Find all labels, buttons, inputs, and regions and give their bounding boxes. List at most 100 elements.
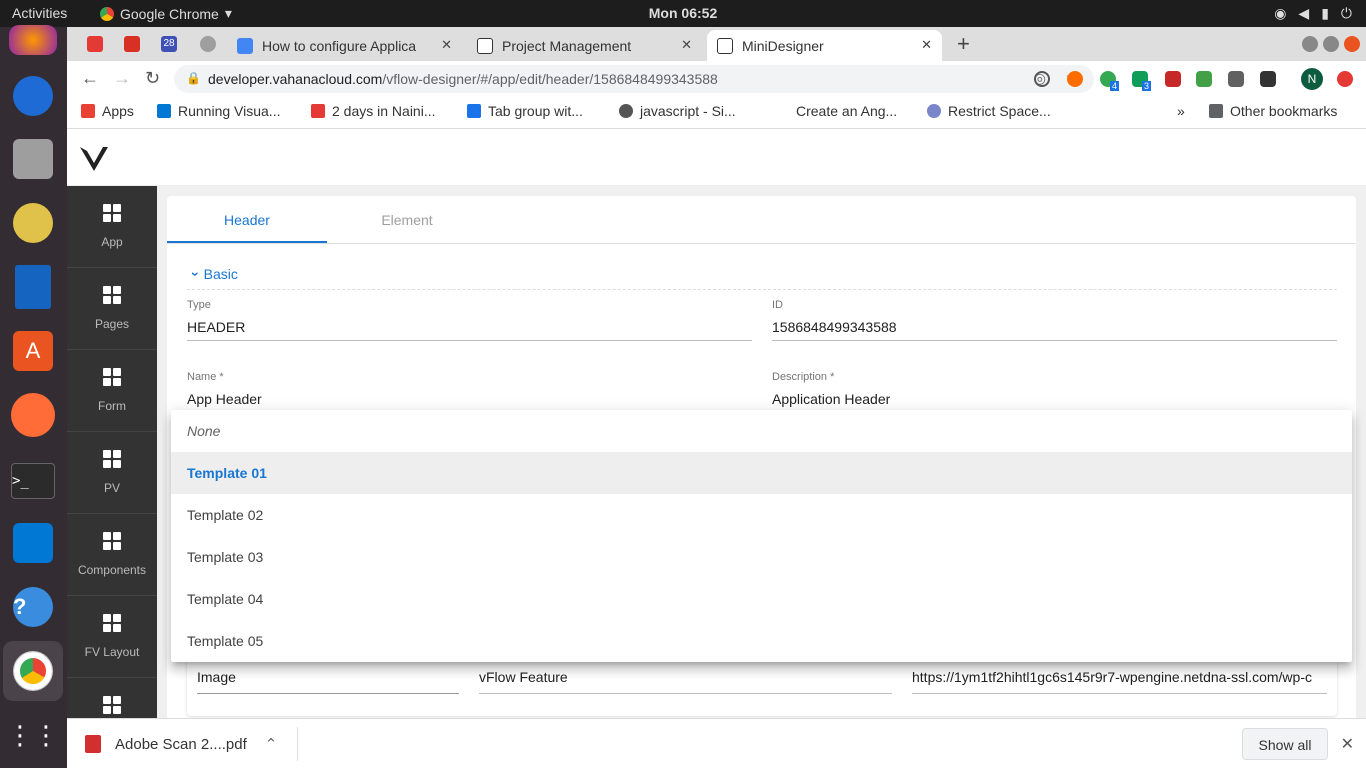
option-none[interactable]: None [171,410,1352,452]
option-template-04[interactable]: Template 04 [171,578,1352,620]
type-field[interactable]: Type HEADER [187,299,752,341]
bookmark-apps[interactable]: Apps [81,103,134,119]
tab-header[interactable]: Header [167,212,327,228]
active-tab-indicator [167,241,327,243]
option-template-01[interactable]: Template 01 [171,452,1352,494]
close-window-button[interactable] [1344,36,1360,52]
maximize-button[interactable] [1323,36,1339,52]
minimize-button[interactable] [1302,36,1318,52]
bookmark-label: Tab group wit... [488,103,583,119]
sidenav-item-app[interactable]: App [67,186,157,268]
files-icon[interactable] [9,135,57,183]
new-tab-button[interactable]: + [957,31,970,57]
show-all-button[interactable]: Show all [1242,728,1328,760]
description-field[interactable]: Description * Application Header [772,371,1337,413]
window-controls [1302,36,1360,52]
sidenav-item-pages[interactable]: Pages [67,268,157,350]
pdf-icon [85,735,101,753]
field-value: Application Header [772,391,891,407]
extension-icon[interactable] [1196,71,1212,87]
help-icon[interactable]: ? [9,583,57,631]
vahana-logo[interactable] [79,143,109,173]
sidenav-item-pv[interactable]: PV [67,432,157,514]
chevron-up-icon[interactable]: ⌃ [265,735,278,753]
bookmark-javascript[interactable]: javascript - Si... [619,103,736,119]
thunderbird-icon[interactable] [9,72,57,120]
extension-icon[interactable] [1034,71,1050,87]
firefox-icon[interactable] [9,25,57,55]
bookmark-label: javascript - Si... [640,103,736,119]
forward-button[interactable]: → [113,68,131,89]
id-field[interactable]: ID 1586848499343588 [772,299,1337,341]
download-item[interactable]: Adobe Scan 2....pdf ⌃ [85,735,277,753]
chevron-up-icon: ‹ [185,271,202,277]
chrome-dock-icon[interactable] [3,641,63,701]
postman-icon[interactable] [9,391,57,439]
tab-element[interactable]: Element [327,212,487,228]
bookmark-other[interactable]: Other bookmarks [1209,103,1337,119]
clock[interactable]: Mon 06:52 [0,5,1366,21]
section-title: Basic [203,266,238,282]
bookmark-label: Other bookmarks [1230,103,1338,119]
extension-icon[interactable] [1067,71,1083,87]
sidenav-label: Components [77,563,147,577]
address-bar[interactable]: 🔒 developer.vahanacloud.com/vflow-design… [174,65,1094,93]
rhythmbox-icon[interactable] [9,199,57,247]
url-path: /vflow-designer/#/app/edit/header/158684… [382,71,718,87]
option-template-03[interactable]: Template 03 [171,536,1352,578]
field-value: HEADER [187,319,246,335]
writer-icon[interactable] [9,263,57,311]
sidenav-label: FV Layout [84,645,140,659]
name-field[interactable]: Name * App Header [187,371,752,413]
vscode-icon[interactable] [9,519,57,567]
close-icon[interactable]: ✕ [921,37,932,53]
field-value: https://1ym1tf2hihtl1gc6s145r9r7-wpengin… [912,669,1312,685]
calendar-tab[interactable]: 28 [161,36,177,52]
side-nav: App Pages Form PV Components FV Layout [67,186,157,718]
system-tray[interactable]: ◉ ◀ ▮ ⏻ [1274,5,1352,22]
close-icon[interactable]: ✕ [441,37,452,53]
terminal-icon[interactable]: >_ [9,457,57,505]
bookmark-tab-group[interactable]: Tab group wit... [467,103,583,119]
extension-icon[interactable] [1165,71,1181,87]
reload-button[interactable]: ↻ [145,68,160,89]
tab-project-management[interactable]: Project Management ✕ [467,30,702,61]
vahana-icon [717,37,733,54]
grid-icon [103,696,121,714]
sidenav-item-components[interactable]: Components [67,514,157,596]
section-basic-toggle[interactable]: ‹ Basic [185,266,1337,290]
power-icon: ⏻ [1340,5,1352,21]
travel-icon [311,104,325,118]
update-icon[interactable] [1337,71,1353,87]
tab-minidesigner[interactable]: MiniDesigner ✕ [707,30,942,61]
back-button[interactable]: ← [81,68,99,89]
pinned-tab-a[interactable] [87,36,103,52]
wifi-icon: ◉ [1274,5,1287,21]
extension-badge: 3 [1142,81,1152,91]
profile-avatar[interactable]: N [1301,68,1323,90]
grid-icon [103,286,121,304]
sidenav-item-fv-layout[interactable]: FV Layout [67,596,157,678]
bookmark-nainital[interactable]: 2 days in Naini... [311,103,436,119]
close-icon[interactable]: ✕ [1341,734,1354,754]
tab-strip: 28 How to configure Applica ✕ Project Ma… [67,27,1366,61]
sidenav-label: Pages [94,317,130,331]
eyedropper-icon[interactable] [1228,71,1244,87]
option-template-05[interactable]: Template 05 [171,620,1352,662]
bookmark-running-visual[interactable]: Running Visua... [157,103,280,119]
close-icon[interactable]: ✕ [681,37,692,53]
option-template-02[interactable]: Template 02 [171,494,1352,536]
folder-icon [1209,104,1223,118]
bookmark-angular[interactable]: Create an Ang... [796,103,897,119]
show-apps-icon[interactable]: ⋮⋮ [7,711,59,759]
bookmark-restrict-space[interactable]: Restrict Space... [927,103,1051,119]
tab-how-to-configure[interactable]: How to configure Applica ✕ [227,30,462,61]
sidenav-item-form[interactable]: Form [67,350,157,432]
bookmarks-overflow-button[interactable]: » [1177,103,1185,119]
pinned-tab-b[interactable] [200,36,216,52]
sidenav-label: PV [103,481,120,495]
grid-icon [103,614,121,632]
software-center-icon[interactable]: A [9,327,57,375]
gmail-tab[interactable] [124,36,140,52]
extension-icon[interactable] [1260,71,1276,87]
